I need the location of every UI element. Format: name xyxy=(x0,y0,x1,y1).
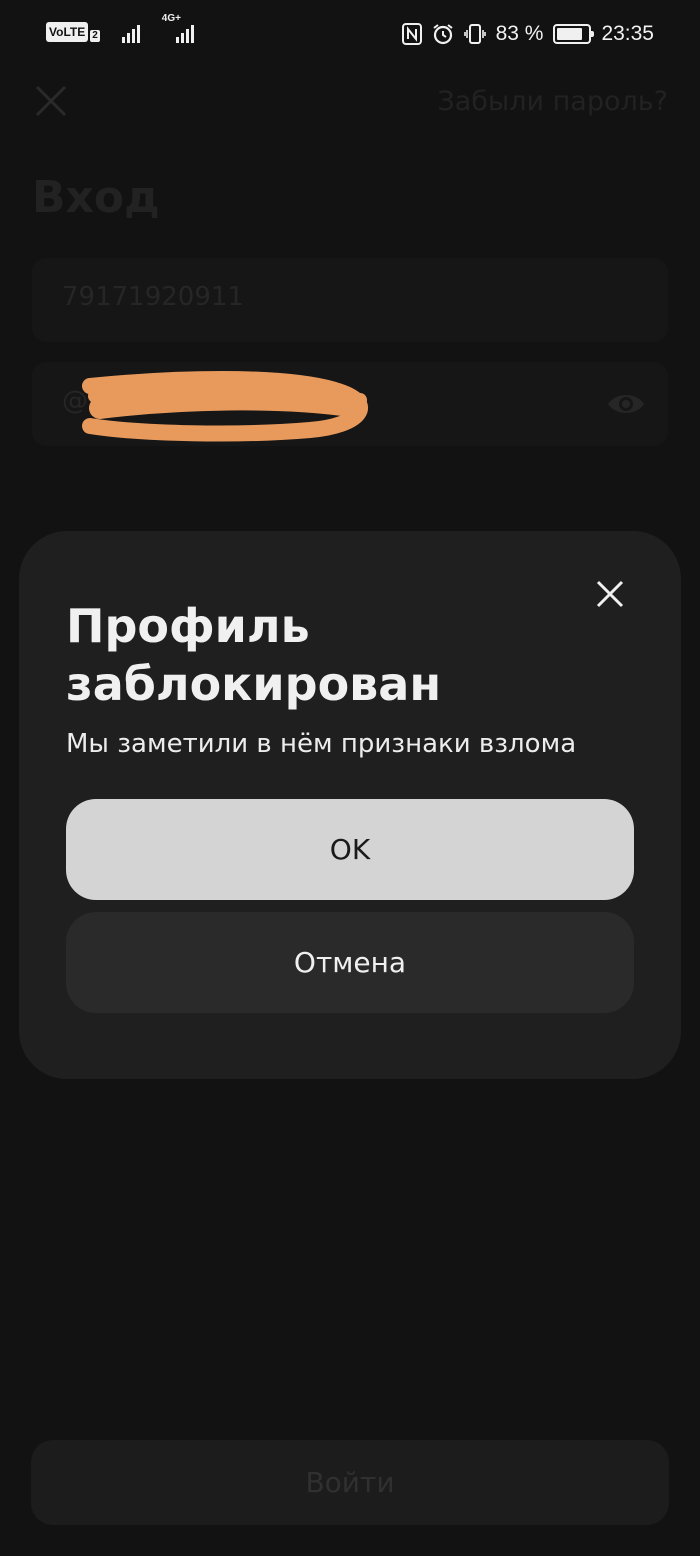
login-button[interactable]: Войти xyxy=(31,1440,669,1525)
phone-value: 79171920911 xyxy=(62,282,244,312)
volte-label: VoLTE xyxy=(46,22,89,42)
blocked-profile-dialog: Профиль заблокирован Мы заметили в нём п… xyxy=(19,531,681,1079)
page-title: Вход xyxy=(32,172,160,223)
redaction-scribble xyxy=(82,371,368,442)
battery-saver-icon xyxy=(553,24,595,44)
signal-icon-2 xyxy=(162,21,194,43)
vibrate-icon xyxy=(463,24,486,44)
screen: VoLTE 2 4G+ 83 % 23:35 Забыли пароль? Вх… xyxy=(0,0,700,1556)
forgot-password-link[interactable]: Забыли пароль? xyxy=(437,86,668,117)
alarm-icon xyxy=(432,24,453,45)
network-label: 4G+ xyxy=(161,13,181,24)
volte-indicator: VoLTE 2 xyxy=(46,18,100,46)
phone-field[interactable]: 79171920911 xyxy=(32,258,668,342)
dialog-message: Мы заметили в нём признаки взлома xyxy=(66,729,577,759)
status-bar: VoLTE 2 4G+ 83 % 23:35 xyxy=(0,0,700,68)
clock: 23:35 xyxy=(601,22,654,45)
battery-percent: 83 % xyxy=(495,22,544,45)
ok-button[interactable]: OK xyxy=(66,799,634,900)
status-left: VoLTE 2 4G+ xyxy=(46,13,194,46)
eye-icon[interactable] xyxy=(606,384,646,424)
close-icon[interactable] xyxy=(595,579,625,609)
cancel-button[interactable]: Отмена xyxy=(66,912,634,1013)
dialog-title: Профиль заблокирован xyxy=(66,599,442,711)
network-indicator: 4G+ xyxy=(162,13,194,43)
sim-label: 2 xyxy=(90,30,100,42)
nfc-icon xyxy=(401,23,422,45)
signal-icon xyxy=(121,21,140,43)
close-icon[interactable] xyxy=(34,84,68,118)
status-right: 83 % 23:35 xyxy=(401,18,654,50)
